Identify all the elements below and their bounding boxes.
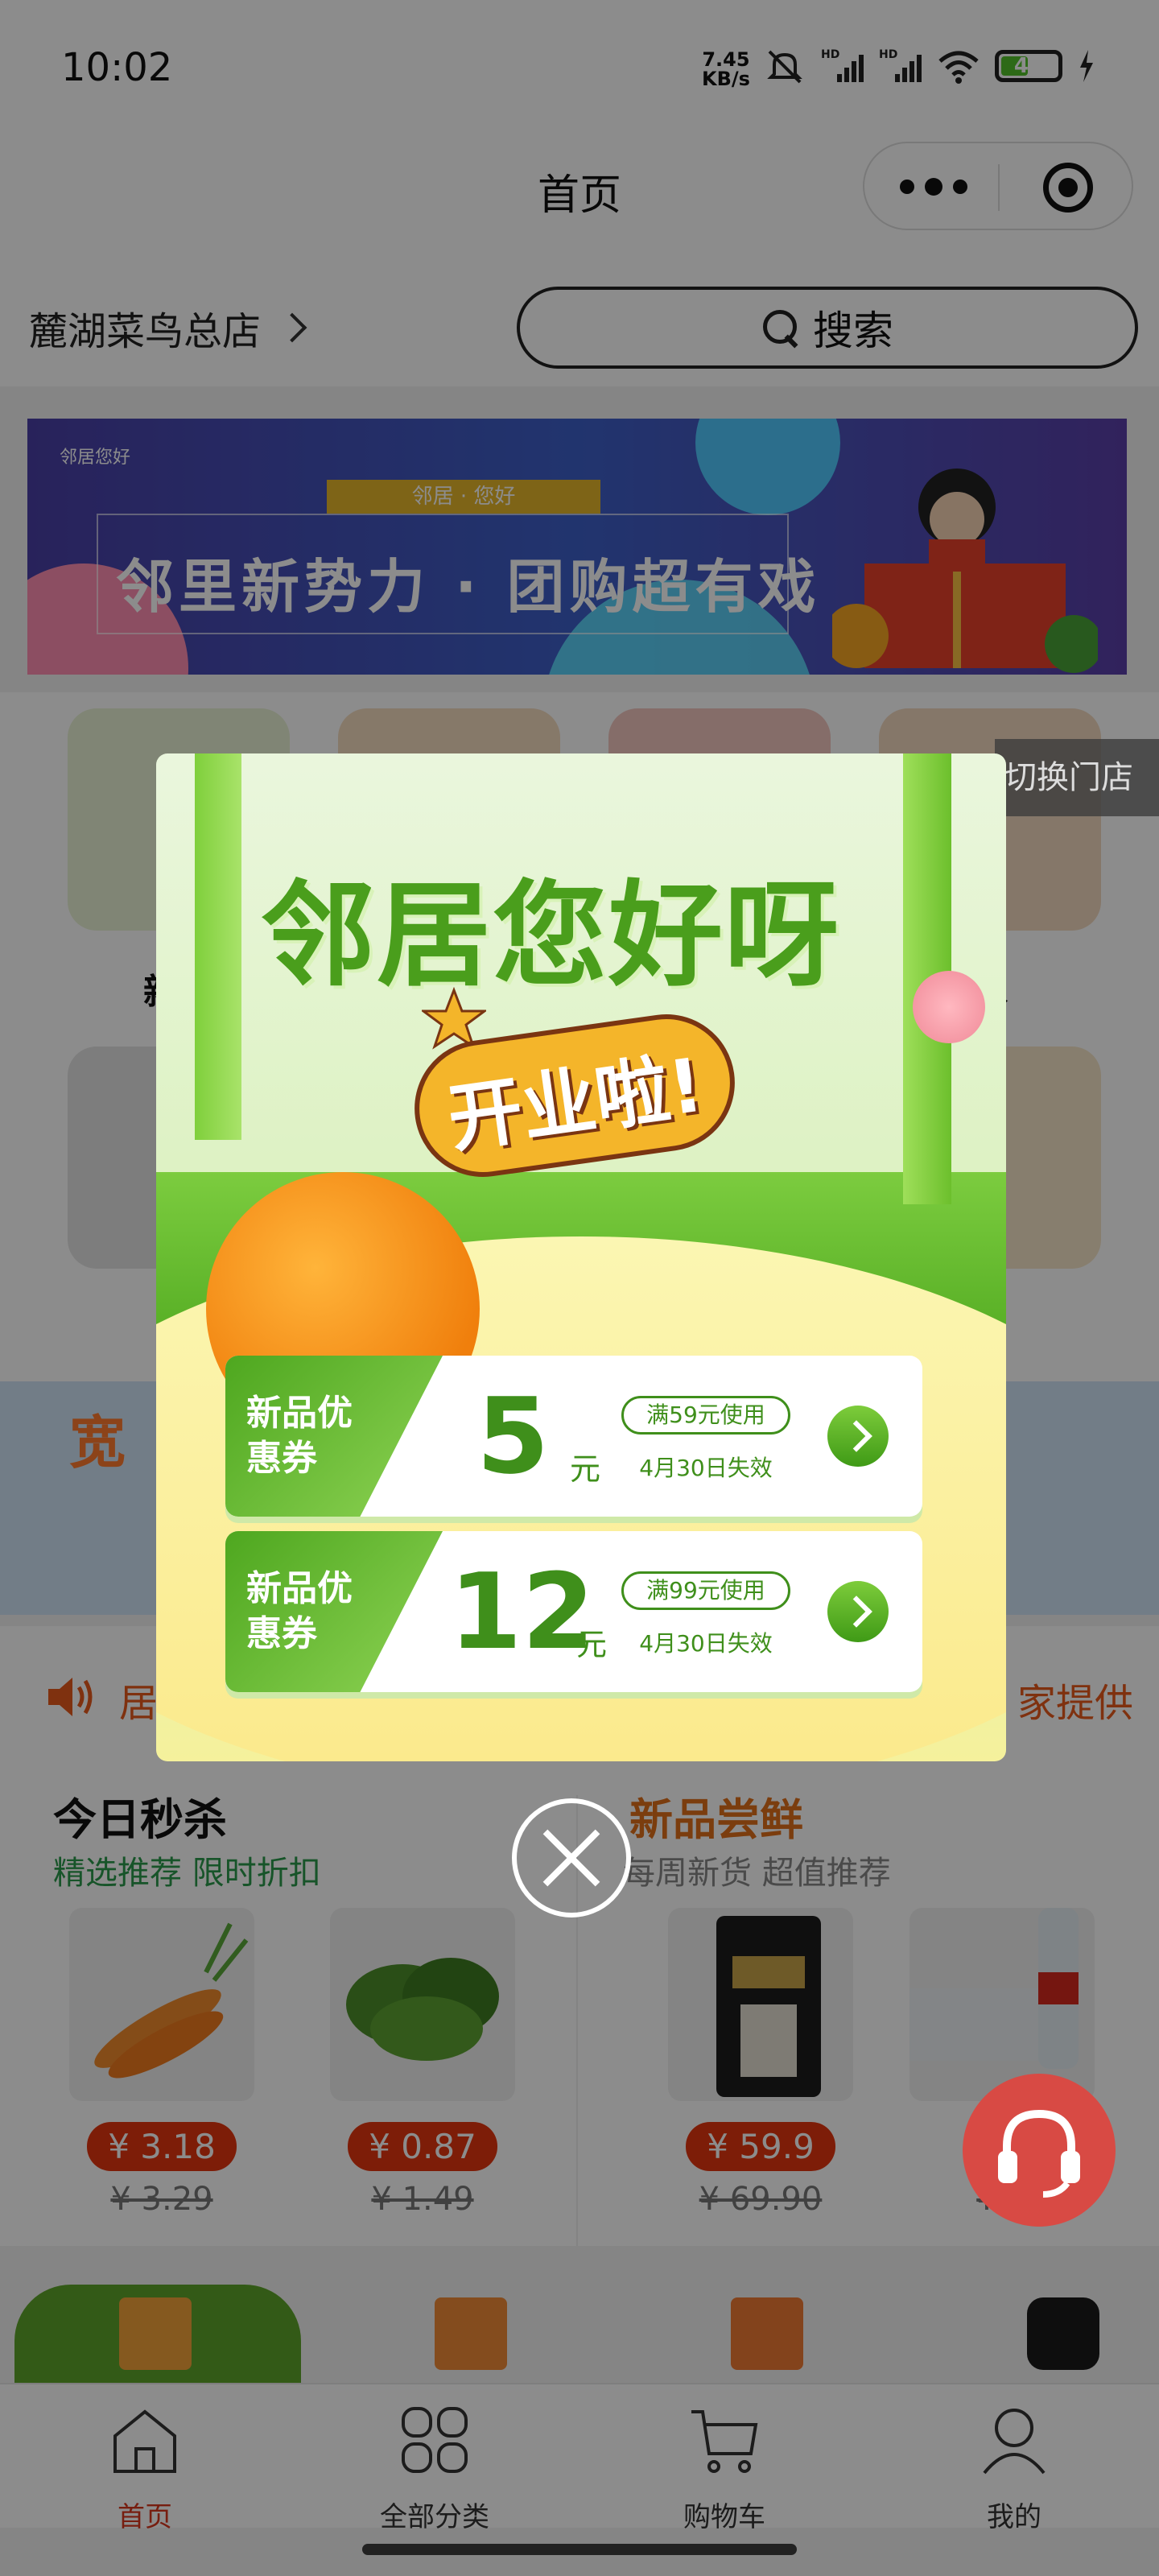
flower-decoration [913,971,985,1043]
chevron-right-icon[interactable] [827,1406,889,1467]
coupon-condition: 满99元使用 [621,1571,790,1610]
coupon-label: 新品优惠券 [246,1393,353,1479]
close-popup-button[interactable] [512,1798,631,1918]
coupon-condition: 满59元使用 [621,1396,790,1435]
switch-store-button[interactable]: 切换门店 [995,739,1159,816]
customer-service-button[interactable] [963,2074,1116,2227]
coupon-expiry: 4月30日失效 [639,1455,773,1481]
coupon-amount: 12 [449,1550,595,1673]
bamboo-decoration [195,753,241,1140]
coupon-card[interactable]: 新品优惠券 5 元 满59元使用 4月30日失效 [225,1356,922,1517]
coupon-unit: 元 [576,1627,608,1662]
coupon-unit: 元 [570,1451,601,1487]
coupon-amount: 5 [476,1375,550,1497]
coupon-expiry: 4月30日失效 [639,1630,773,1657]
opening-tag-text: 开业啦! [443,1041,708,1163]
popup-title: 邻居您好呀 [261,869,840,1002]
headset-icon [998,2109,1080,2198]
home-indicator[interactable] [362,2544,797,2555]
coupon-label: 新品优惠券 [246,1568,353,1654]
chevron-right-icon[interactable] [827,1581,889,1642]
opening-popup: 邻居您好呀 开业啦! 新品优惠券 5 元 满59元使用 4月30日失效 新品优惠… [156,753,1006,1761]
coupon-card[interactable]: 新品优惠券 12 元 满99元使用 4月30日失效 [225,1531,922,1692]
